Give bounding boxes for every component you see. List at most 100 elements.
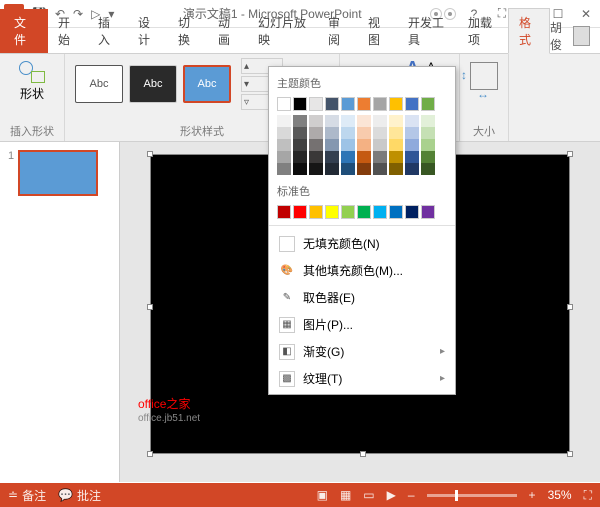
color-swatch[interactable] bbox=[389, 115, 403, 127]
color-swatch[interactable] bbox=[341, 115, 355, 127]
eyedropper-item[interactable]: ✎取色器(E) bbox=[269, 284, 455, 311]
color-swatch[interactable] bbox=[373, 115, 387, 127]
normal-view-button[interactable]: ▣ bbox=[317, 488, 328, 502]
comments-button[interactable]: 💬 批注 bbox=[58, 487, 101, 504]
color-swatch[interactable] bbox=[325, 139, 339, 151]
zoom-in-button[interactable]: + bbox=[529, 488, 536, 502]
color-swatch[interactable] bbox=[309, 139, 323, 151]
tab-animation[interactable]: 动画 bbox=[208, 9, 248, 53]
color-swatch[interactable] bbox=[421, 115, 435, 127]
color-swatch[interactable] bbox=[325, 163, 339, 175]
color-swatch[interactable] bbox=[277, 115, 291, 127]
color-swatch[interactable] bbox=[277, 205, 291, 219]
shape-style-3[interactable]: Abc bbox=[183, 65, 231, 103]
color-swatch[interactable] bbox=[405, 139, 419, 151]
color-swatch[interactable] bbox=[293, 151, 307, 163]
color-swatch[interactable] bbox=[325, 97, 339, 111]
color-swatch[interactable] bbox=[405, 163, 419, 175]
color-swatch[interactable] bbox=[293, 163, 307, 175]
color-swatch[interactable] bbox=[405, 151, 419, 163]
gradient-fill-item[interactable]: ◧渐变(G)▸ bbox=[269, 338, 455, 365]
tab-view[interactable]: 视图 bbox=[358, 9, 398, 53]
zoom-level[interactable]: 35% bbox=[548, 488, 572, 502]
color-swatch[interactable] bbox=[341, 163, 355, 175]
color-swatch[interactable] bbox=[325, 115, 339, 127]
color-swatch[interactable] bbox=[405, 97, 419, 111]
tab-slideshow[interactable]: 幻灯片放映 bbox=[248, 9, 318, 53]
color-swatch[interactable] bbox=[357, 115, 371, 127]
slideshow-view-button[interactable]: ▶ bbox=[387, 488, 396, 502]
texture-fill-item[interactable]: ▩纹理(T)▸ bbox=[269, 365, 455, 392]
color-swatch[interactable] bbox=[341, 151, 355, 163]
tab-file[interactable]: 文件 bbox=[0, 9, 48, 53]
color-swatch[interactable] bbox=[293, 115, 307, 127]
color-swatch[interactable] bbox=[373, 205, 387, 219]
color-swatch[interactable] bbox=[357, 127, 371, 139]
picture-fill-item[interactable]: ▦图片(P)... bbox=[269, 311, 455, 338]
user-name[interactable]: 胡俊 bbox=[550, 19, 569, 53]
color-swatch[interactable] bbox=[325, 151, 339, 163]
color-swatch[interactable] bbox=[357, 163, 371, 175]
color-swatch[interactable] bbox=[373, 163, 387, 175]
tab-review[interactable]: 审阅 bbox=[318, 9, 358, 53]
color-swatch[interactable] bbox=[421, 205, 435, 219]
color-swatch[interactable] bbox=[421, 151, 435, 163]
notes-button[interactable]: ≐ 备注 bbox=[8, 487, 46, 504]
tab-home[interactable]: 开始 bbox=[48, 9, 88, 53]
tab-transition[interactable]: 切换 bbox=[168, 9, 208, 53]
color-swatch[interactable] bbox=[293, 127, 307, 139]
sorter-view-button[interactable]: ▦ bbox=[340, 488, 351, 502]
color-swatch[interactable] bbox=[357, 151, 371, 163]
color-swatch[interactable] bbox=[405, 127, 419, 139]
color-swatch[interactable] bbox=[421, 127, 435, 139]
color-swatch[interactable] bbox=[389, 151, 403, 163]
color-swatch[interactable] bbox=[357, 139, 371, 151]
color-swatch[interactable] bbox=[341, 205, 355, 219]
color-swatch[interactable] bbox=[293, 139, 307, 151]
color-swatch[interactable] bbox=[405, 115, 419, 127]
color-swatch[interactable] bbox=[277, 127, 291, 139]
color-swatch[interactable] bbox=[373, 151, 387, 163]
color-swatch[interactable] bbox=[309, 151, 323, 163]
tab-addin[interactable]: 加载项 bbox=[458, 9, 508, 53]
color-swatch[interactable] bbox=[357, 205, 371, 219]
shape-style-2[interactable]: Abc bbox=[129, 65, 177, 103]
fit-button[interactable]: ⛶ bbox=[584, 488, 592, 503]
color-swatch[interactable] bbox=[309, 127, 323, 139]
shapes-button[interactable]: 形状 bbox=[13, 58, 51, 104]
color-swatch[interactable] bbox=[373, 97, 387, 111]
color-swatch[interactable] bbox=[389, 127, 403, 139]
color-swatch[interactable] bbox=[325, 205, 339, 219]
color-swatch[interactable] bbox=[373, 127, 387, 139]
shape-style-1[interactable]: Abc bbox=[75, 65, 123, 103]
zoom-out-button[interactable]: – bbox=[408, 488, 415, 502]
slide-thumbnail-1[interactable] bbox=[18, 150, 98, 196]
color-swatch[interactable] bbox=[341, 127, 355, 139]
tab-format[interactable]: 格式 bbox=[508, 8, 550, 54]
more-colors-item[interactable]: 🎨其他填充颜色(M)... bbox=[269, 257, 455, 284]
color-swatch[interactable] bbox=[293, 205, 307, 219]
color-swatch[interactable] bbox=[389, 163, 403, 175]
tab-developer[interactable]: 开发工具 bbox=[398, 9, 458, 53]
color-swatch[interactable] bbox=[421, 139, 435, 151]
color-swatch[interactable] bbox=[421, 97, 435, 111]
tab-insert[interactable]: 插入 bbox=[88, 9, 128, 53]
color-swatch[interactable] bbox=[389, 97, 403, 111]
color-swatch[interactable] bbox=[277, 151, 291, 163]
color-swatch[interactable] bbox=[373, 139, 387, 151]
color-swatch[interactable] bbox=[309, 163, 323, 175]
color-swatch[interactable] bbox=[277, 163, 291, 175]
zoom-slider[interactable] bbox=[427, 494, 517, 497]
avatar[interactable] bbox=[573, 26, 590, 46]
color-swatch[interactable] bbox=[309, 205, 323, 219]
color-swatch[interactable] bbox=[389, 139, 403, 151]
color-swatch[interactable] bbox=[293, 97, 307, 111]
color-swatch[interactable] bbox=[309, 115, 323, 127]
color-swatch[interactable] bbox=[325, 127, 339, 139]
color-swatch[interactable] bbox=[341, 139, 355, 151]
reading-view-button[interactable]: ▭ bbox=[363, 488, 374, 502]
no-fill-item[interactable]: 无填充颜色(N) bbox=[269, 230, 455, 257]
color-swatch[interactable] bbox=[277, 139, 291, 151]
color-swatch[interactable] bbox=[405, 205, 419, 219]
color-swatch[interactable] bbox=[341, 97, 355, 111]
